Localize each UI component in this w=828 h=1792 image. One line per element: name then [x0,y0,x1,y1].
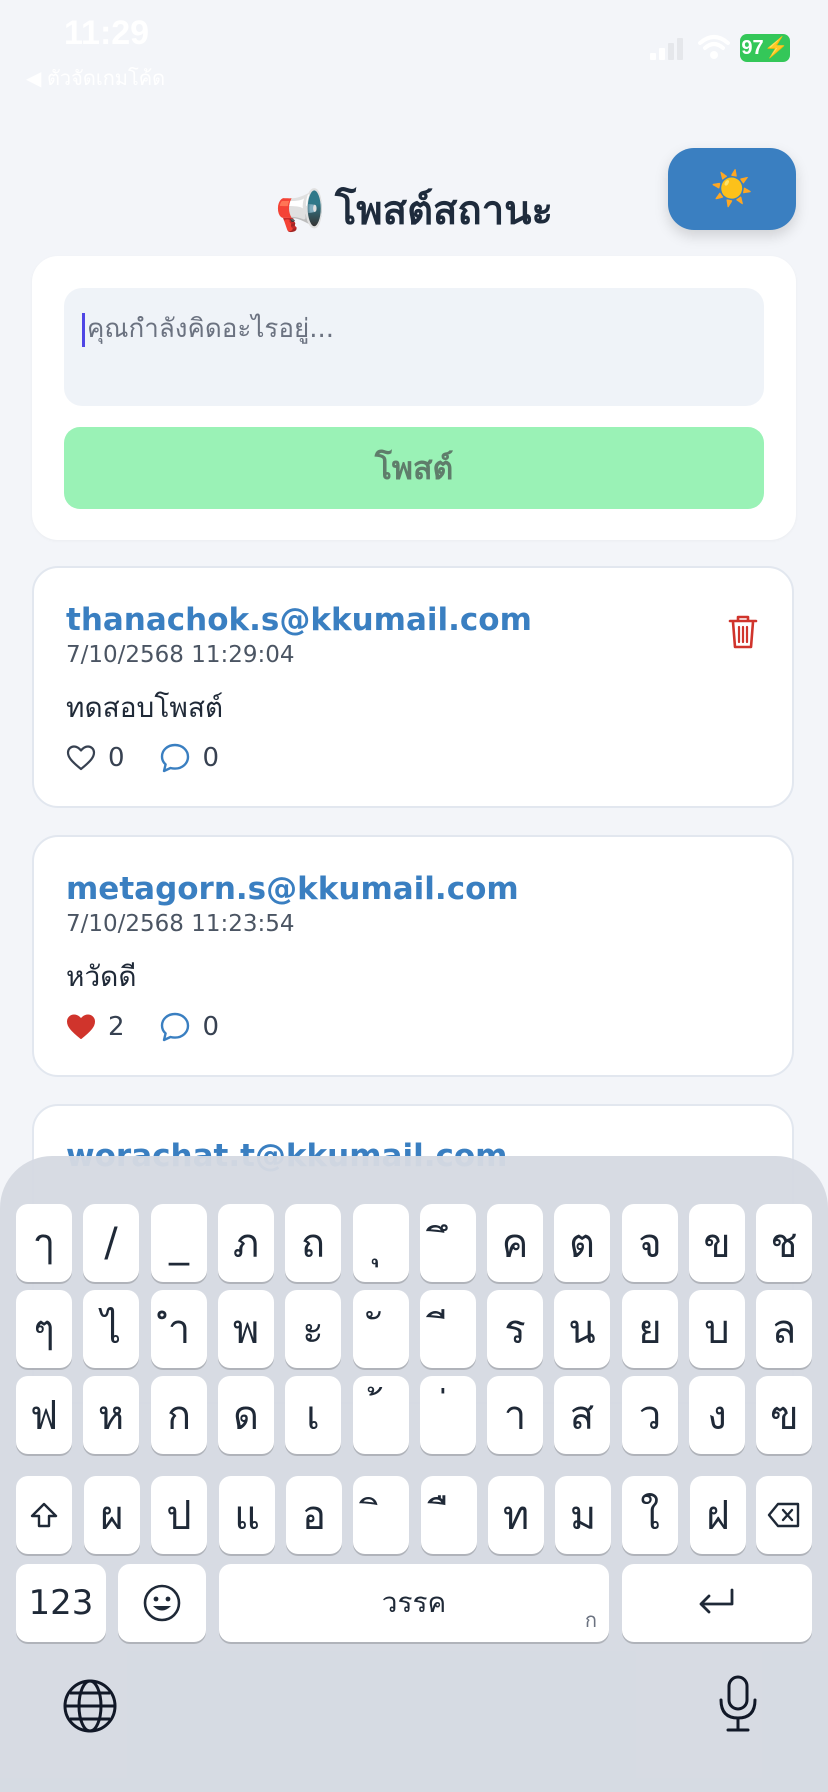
letter-key[interactable]: ป [151,1476,207,1554]
space-key-label: วรรค [381,1586,447,1619]
battery-indicator: 97⚡ [740,34,790,62]
letter-key[interactable]: ฝ [690,1476,746,1554]
post-actions: 2 0 [66,1011,219,1043]
letter-key[interactable]: อ [286,1476,342,1554]
microphone-icon[interactable] [716,1674,760,1734]
post-content: หวัดดี [66,960,137,993]
letter-key[interactable]: ว [622,1376,678,1454]
post-actions: 0 0 [66,742,219,774]
letter-key[interactable]: บ [689,1290,745,1368]
shift-key[interactable] [16,1476,72,1554]
letter-key[interactable]: ่ [420,1376,476,1454]
letter-key[interactable]: ๆ [16,1290,72,1368]
trash-icon[interactable] [728,614,758,650]
comment-count: 0 [202,743,220,773]
thai-keyboard: ๅ/_ภถุึคตจขช ๆไำพะัีรนยบล ฟหกดเ้่าสวงฃ ผ… [0,1156,828,1792]
letter-key[interactable]: ื [421,1476,477,1554]
wifi-icon [698,35,730,59]
letter-key[interactable]: ส [554,1376,610,1454]
letter-key[interactable]: ฟ [16,1376,72,1454]
shift-icon [30,1502,58,1528]
post-author-email[interactable]: metagorn.s@kkumail.com [66,871,519,907]
letter-key[interactable]: ำ [151,1290,207,1368]
signal-icon [650,38,683,60]
letter-key[interactable]: ะ [285,1290,341,1368]
letter-key[interactable]: ิ [353,1476,409,1554]
letter-key[interactable]: ด [218,1376,274,1454]
letter-key[interactable]: ข [689,1204,745,1282]
post-button[interactable]: โพสต์ [64,427,764,509]
comment-count: 0 [202,1012,220,1042]
post-timestamp: 7/10/2568 11:23:54 [66,911,295,937]
letter-key[interactable]: ล [756,1290,812,1368]
letter-key[interactable]: ุ [353,1204,409,1282]
letter-key[interactable]: ร [487,1290,543,1368]
letter-key[interactable]: น [554,1290,610,1368]
letter-key[interactable]: ไ [83,1290,139,1368]
comment-button[interactable]: 0 [159,742,220,774]
letter-key[interactable]: ง [689,1376,745,1454]
megaphone-icon: 📢 [275,187,325,234]
page-header: 📢 โพสต์สถานะ [0,178,828,242]
letter-key[interactable]: พ [218,1290,274,1368]
post-card: thanachok.s@kkumail.com 7/10/2568 11:29:… [32,566,794,808]
letter-key[interactable]: ภ [218,1204,274,1282]
letter-key[interactable]: ๅ [16,1204,72,1282]
letter-key[interactable]: ถ [285,1204,341,1282]
status-input[interactable]: คุณกำลังคิดอะไรอยู่... [64,288,764,406]
like-button[interactable]: 2 [66,1012,125,1042]
space-key[interactable]: วรรค ก [219,1564,609,1642]
numbers-key[interactable]: 123 [16,1564,106,1642]
post-author-email[interactable]: thanachok.s@kkumail.com [66,602,532,638]
letter-key[interactable]: ใ [622,1476,678,1554]
return-key[interactable] [622,1564,812,1642]
letter-key[interactable]: ผ [84,1476,140,1554]
comment-icon [160,1012,189,1042]
post-timestamp: 7/10/2568 11:29:04 [66,642,295,668]
letter-key[interactable]: เ [285,1376,341,1454]
heart-filled-icon [67,1014,95,1039]
backspace-key[interactable] [756,1476,812,1554]
letter-key[interactable]: ช [756,1204,812,1282]
heart-outline-icon [66,745,96,771]
emoji-icon [143,1584,181,1622]
back-to-app-link[interactable]: ◀ ตัวจัดเกมโค้ด [26,62,165,94]
status-bar: 11:29 ◀ ตัวจัดเกมโค้ด 97⚡ [0,0,828,90]
letter-key[interactable]: _ [151,1204,207,1282]
letter-key[interactable]: / [83,1204,139,1282]
letter-key[interactable]: ม [555,1476,611,1554]
like-button[interactable]: 0 [66,743,125,773]
letter-key[interactable]: ั [353,1290,409,1368]
letter-key[interactable]: แ [219,1476,275,1554]
letter-key[interactable]: ฃ [756,1376,812,1454]
letter-key[interactable]: ห [83,1376,139,1454]
like-count: 2 [108,1012,125,1042]
letter-key[interactable]: ้ [353,1376,409,1454]
return-icon [699,1588,734,1614]
status-time: 11:29 [64,14,150,52]
emoji-key[interactable] [118,1564,206,1642]
letter-key[interactable]: ท [488,1476,544,1554]
letter-key[interactable]: ค [487,1204,543,1282]
letter-key[interactable]: ี [420,1290,476,1368]
backspace-icon [767,1502,800,1528]
letter-key[interactable]: จ [622,1204,678,1282]
letter-key[interactable]: ึ [420,1204,476,1282]
page-title: 📢 โพสต์สถานะ [275,178,553,242]
status-input-placeholder: คุณกำลังคิดอะไรอยู่... [87,314,335,344]
compose-card: คุณกำลังคิดอะไรอยู่... โพสต์ [32,256,796,540]
post-card: metagorn.s@kkumail.com 7/10/2568 11:23:5… [32,835,794,1077]
globe-icon[interactable] [62,1678,118,1734]
letter-key[interactable]: ก [151,1376,207,1454]
letter-key[interactable]: า [487,1376,543,1454]
comment-icon [160,743,189,773]
like-count: 0 [108,743,125,773]
letter-key[interactable]: ต [554,1204,610,1282]
letter-key[interactable]: ย [622,1290,678,1368]
post-content: ทดสอบโพสต์ [66,691,224,724]
page-title-text: โพสต์สถานะ [334,188,553,234]
text-caret [82,312,85,347]
comment-button[interactable]: 0 [159,1011,220,1043]
space-key-sublabel: ก [584,1608,597,1632]
